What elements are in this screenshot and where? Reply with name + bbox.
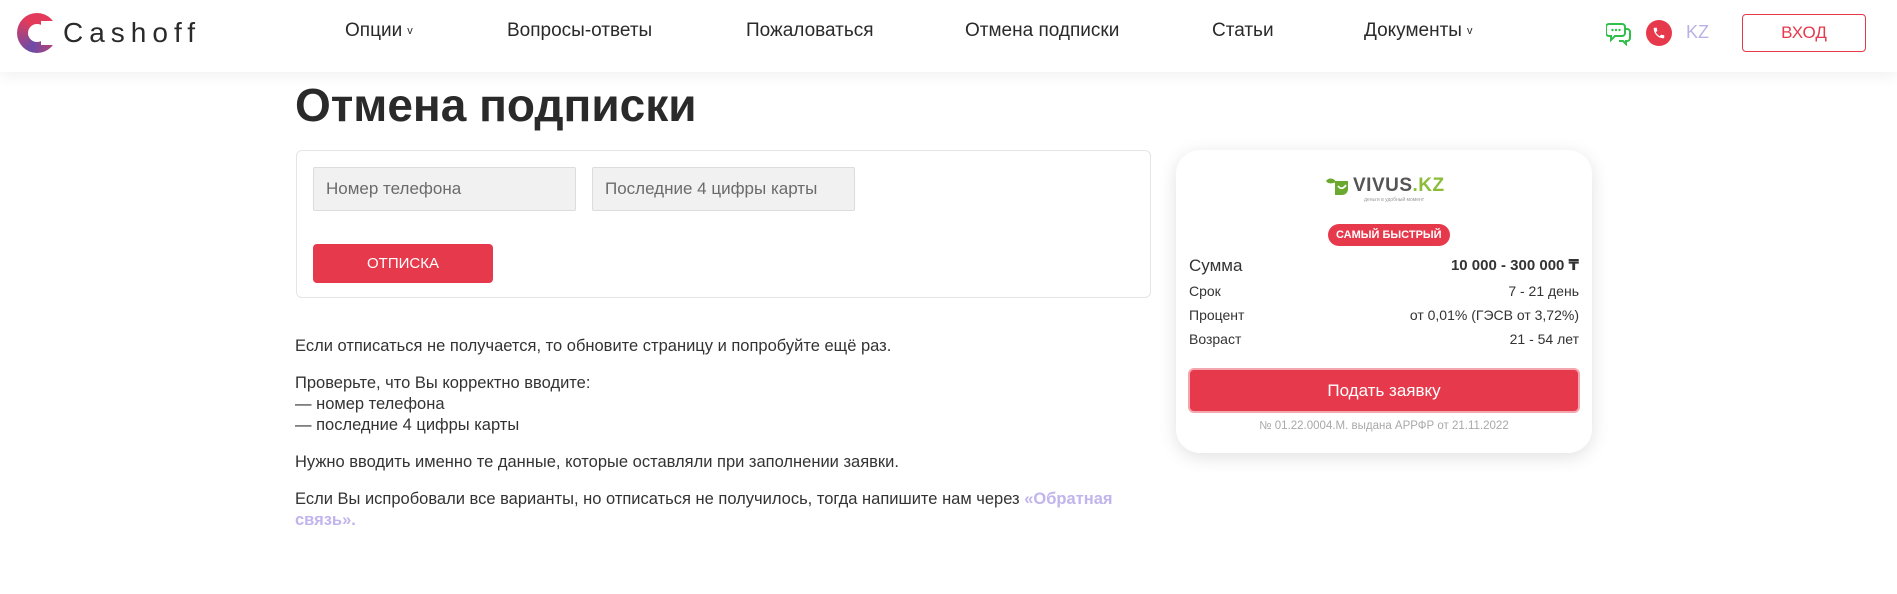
nav-item-faq[interactable]: Вопросы-ответы [507,20,652,42]
logo-icon [17,13,63,53]
logo[interactable]: Cashoff [17,13,201,53]
feedback-link-period: . [351,511,356,529]
page-title: Отмена подписки [295,79,697,131]
chat-icon[interactable] [1606,20,1632,46]
help-text: Если отписаться не получается, то обнови… [295,336,1165,547]
lender-logo: VIVUS.KZ деньги в удобный момент [1324,175,1445,203]
offer-row-label: Возраст [1189,331,1242,347]
offer-row-value: от 0,01% (ГЭСВ от 3,72%) [1409,307,1579,323]
nav-item-articles[interactable]: Статьи [1212,20,1274,42]
offer-row-label: Сумма [1189,256,1243,275]
language-switch[interactable]: KZ [1686,22,1709,43]
unsubscribe-button[interactable]: ОТПИСКА [313,244,493,283]
phone-input[interactable] [313,167,576,211]
phone-icon[interactable] [1646,20,1672,46]
offer-row-label: Процент [1189,307,1245,323]
offer-card: VIVUS.KZ деньги в удобный момент САМЫЙ Б… [1176,150,1592,453]
nav-item-complain[interactable]: Пожаловаться [746,20,874,42]
nav-item-unsubscribe[interactable]: Отмена подписки [965,20,1119,42]
nav-item-documents[interactable]: Документы v [1364,20,1472,42]
apply-button[interactable]: Подать заявку [1188,368,1580,413]
offer-row-rate: Процент от 0,01% (ГЭСВ от 3,72%) [1189,307,1579,323]
offer-row-age: Возраст 21 - 54 лет [1189,331,1579,347]
lender-name-main: VIVUS [1353,175,1413,196]
offer-row-term: Срок 7 - 21 день [1189,283,1579,299]
help-checklist-intro: Проверьте, что Вы корректно вводите: [295,374,591,392]
offer-row-value: 21 - 54 лет [1509,331,1579,347]
help-contact-text: Если Вы испробовали все варианты, но отп… [295,490,1025,508]
license-text: № 01.22.0004.M. выдана АРРФР от 21.11.20… [1259,420,1509,432]
nav-label: Вопросы-ответы [507,20,653,41]
offer-row-value: 10 000 - 300 000 ₸ [1450,257,1579,274]
help-paragraph: Если Вы испробовали все варианты, но отп… [295,489,1165,531]
help-paragraph: Если отписаться не получается, то обнови… [295,337,892,355]
fastest-badge: САМЫЙ БЫСТРЫЙ [1328,224,1450,246]
nav-label: Опции [345,20,403,41]
logo-text: Cashoff [63,17,201,48]
phone-glyph-icon [1653,27,1665,39]
lender-name-suffix: .KZ [1412,175,1445,196]
nav-label: Статьи [1212,20,1274,41]
offer-row-label: Срок [1189,283,1221,299]
help-checklist-item: — последние 4 цифры карты [295,416,520,434]
offer-row-value: 7 - 21 день [1508,283,1579,299]
chevron-down-icon: v [407,25,413,37]
nav-label: Пожаловаться [746,20,874,41]
lender-name: VIVUS.KZ [1353,175,1445,197]
lender-tagline: деньги в удобный момент [1364,197,1425,203]
nav-label: Документы [1364,20,1462,41]
leaf-icon [1326,178,1348,195]
offer-row-amount: Сумма 10 000 - 300 000 ₸ [1189,256,1579,276]
nav-label: Отмена подписки [965,20,1120,41]
unsubscribe-form: ОТПИСКА [296,150,1151,298]
help-paragraph: Нужно вводить именно те данные, которые … [295,453,899,471]
help-checklist-item: — номер телефона [295,395,445,413]
site-header: Cashoff Опции v Вопросы-ответы Пожаловать… [0,0,1897,72]
card-digits-input[interactable] [592,167,855,211]
nav-item-options[interactable]: Опции v [345,20,413,42]
help-paragraph: Проверьте, что Вы корректно вводите: — н… [295,373,1165,436]
chevron-down-icon: v [1466,25,1473,37]
login-button[interactable]: ВХОД [1742,14,1866,52]
